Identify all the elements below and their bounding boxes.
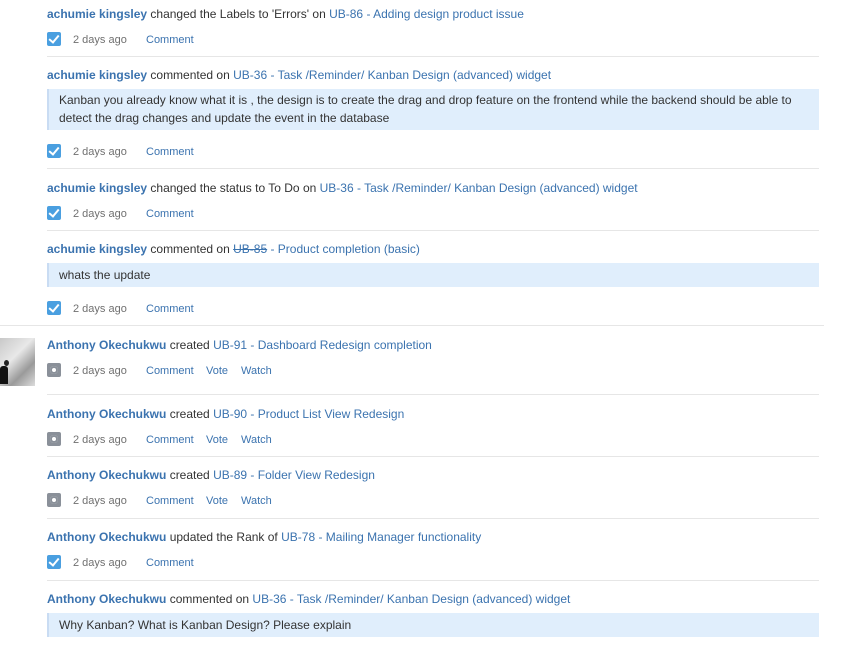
issue-link[interactable]: UB-36 - Task /Reminder/ Kanban Design (a… bbox=[233, 68, 551, 82]
activity-entry: Anthony Okechukwu commented on UB-36 - T… bbox=[47, 591, 819, 637]
user-link[interactable]: achumie kingsley bbox=[47, 7, 147, 21]
resolved-issue-key: UB-85 bbox=[233, 242, 268, 256]
activity-entry: achumie kingsley changed the Labels to '… bbox=[47, 6, 819, 46]
user-link[interactable]: Anthony Okechukwu bbox=[47, 468, 166, 482]
divider bbox=[47, 56, 819, 57]
activity-summary: Anthony Okechukwu created UB-89 - Folder… bbox=[47, 467, 819, 483]
activity-summary: achumie kingsley commented on UB-36 - Ta… bbox=[47, 67, 819, 83]
issue-type-circle-icon bbox=[47, 493, 61, 507]
activity-action: commented on bbox=[150, 242, 230, 256]
issue-link[interactable]: UB-91 - Dashboard Redesign completion bbox=[213, 338, 432, 352]
comment-body: Kanban you already know what it is , the… bbox=[47, 89, 819, 130]
activity-summary: achumie kingsley changed the status to T… bbox=[47, 180, 819, 196]
activity-summary: Anthony Okechukwu updated the Rank of UB… bbox=[47, 529, 819, 545]
timestamp: 2 days ago bbox=[73, 146, 127, 158]
vote-link[interactable]: Vote bbox=[206, 432, 228, 448]
user-link[interactable]: achumie kingsley bbox=[47, 68, 147, 82]
activity-action: created bbox=[169, 338, 210, 352]
activity-summary: Anthony Okechukwu created UB-90 - Produc… bbox=[47, 406, 819, 422]
user-link[interactable]: Anthony Okechukwu bbox=[47, 530, 166, 544]
activity-action: changed the status to To Do on bbox=[150, 181, 317, 195]
issue-link[interactable]: UB-36 - Task /Reminder/ Kanban Design (a… bbox=[320, 181, 638, 195]
activity-entry: Anthony Okechukwu created UB-91 - Dashbo… bbox=[47, 337, 819, 377]
checkbox-task-icon bbox=[47, 144, 61, 158]
vote-link[interactable]: Vote bbox=[206, 363, 228, 379]
activity-entry: Anthony Okechukwu updated the Rank of UB… bbox=[47, 529, 819, 569]
divider bbox=[47, 394, 819, 395]
activity-summary: Anthony Okechukwu created UB-91 - Dashbo… bbox=[47, 337, 819, 353]
timestamp: 2 days ago bbox=[73, 434, 127, 446]
timestamp: 2 days ago bbox=[73, 208, 127, 220]
checkbox-task-icon bbox=[47, 555, 61, 569]
checkbox-task-icon bbox=[47, 301, 61, 315]
activity-action: changed the Labels to 'Errors' on bbox=[150, 7, 326, 21]
timestamp: 2 days ago bbox=[73, 557, 127, 569]
comment-link[interactable]: Comment bbox=[146, 555, 194, 571]
divider bbox=[47, 168, 819, 169]
activity-entry: Anthony Okechukwu created UB-89 - Folder… bbox=[47, 467, 819, 507]
activity-action: created bbox=[169, 407, 210, 421]
watch-link[interactable]: Watch bbox=[241, 363, 272, 379]
activity-action: updated the Rank of bbox=[169, 530, 278, 544]
divider bbox=[47, 580, 819, 581]
issue-link[interactable]: UB-78 - Mailing Manager functionality bbox=[281, 530, 481, 544]
issue-link[interactable]: UB-89 - Folder View Redesign bbox=[213, 468, 375, 482]
comment-link[interactable]: Comment bbox=[146, 363, 194, 379]
divider bbox=[0, 325, 824, 326]
watch-link[interactable]: Watch bbox=[241, 493, 272, 509]
comment-link[interactable]: Comment bbox=[146, 206, 194, 222]
divider bbox=[47, 230, 819, 231]
activity-summary: achumie kingsley commented on UB-85 - Pr… bbox=[47, 241, 819, 257]
activity-summary: achumie kingsley changed the Labels to '… bbox=[47, 6, 819, 22]
activity-action: commented on bbox=[150, 68, 230, 82]
activity-action: commented on bbox=[169, 592, 250, 606]
timestamp: 2 days ago bbox=[73, 303, 127, 315]
activity-entry: achumie kingsley changed the status to T… bbox=[47, 180, 819, 220]
timestamp: 2 days ago bbox=[73, 495, 127, 507]
comment-link[interactable]: Comment bbox=[146, 432, 194, 448]
vote-link[interactable]: Vote bbox=[206, 493, 228, 509]
divider bbox=[47, 456, 819, 457]
user-link[interactable]: achumie kingsley bbox=[47, 242, 147, 256]
comment-body: Why Kanban? What is Kanban Design? Pleas… bbox=[47, 613, 819, 637]
activity-entry: Anthony Okechukwu created UB-90 - Produc… bbox=[47, 406, 819, 446]
user-link[interactable]: Anthony Okechukwu bbox=[47, 407, 166, 421]
comment-link[interactable]: Comment bbox=[146, 301, 194, 317]
comment-link[interactable]: Comment bbox=[146, 493, 194, 509]
timestamp: 2 days ago bbox=[73, 365, 127, 377]
user-link[interactable]: achumie kingsley bbox=[47, 181, 147, 195]
checkbox-task-icon bbox=[47, 32, 61, 46]
comment-link[interactable]: Comment bbox=[146, 144, 194, 160]
issue-title: - Product completion (basic) bbox=[267, 242, 420, 256]
divider bbox=[47, 518, 819, 519]
watch-link[interactable]: Watch bbox=[241, 432, 272, 448]
timestamp: 2 days ago bbox=[73, 34, 127, 46]
activity-entry: achumie kingsley commented on UB-85 - Pr… bbox=[47, 241, 819, 315]
activity-entry: achumie kingsley commented on UB-36 - Ta… bbox=[47, 67, 819, 158]
user-link[interactable]: Anthony Okechukwu bbox=[47, 338, 166, 352]
issue-link[interactable]: UB-85 - Product completion (basic) bbox=[233, 242, 420, 256]
checkbox-task-icon bbox=[47, 206, 61, 220]
avatar-figure-body bbox=[0, 366, 8, 384]
user-link[interactable]: Anthony Okechukwu bbox=[47, 592, 166, 606]
user-avatar[interactable] bbox=[0, 338, 35, 386]
issue-type-circle-icon bbox=[47, 363, 61, 377]
issue-link[interactable]: UB-36 - Task /Reminder/ Kanban Design (a… bbox=[252, 592, 570, 606]
issue-type-circle-icon bbox=[47, 432, 61, 446]
activity-action: created bbox=[169, 468, 210, 482]
comment-link[interactable]: Comment bbox=[146, 32, 194, 48]
issue-link[interactable]: UB-90 - Product List View Redesign bbox=[213, 407, 404, 421]
comment-body: whats the update bbox=[47, 263, 819, 287]
issue-link[interactable]: UB-86 - Adding design product issue bbox=[329, 7, 524, 21]
activity-summary: Anthony Okechukwu commented on UB-36 - T… bbox=[47, 591, 819, 607]
